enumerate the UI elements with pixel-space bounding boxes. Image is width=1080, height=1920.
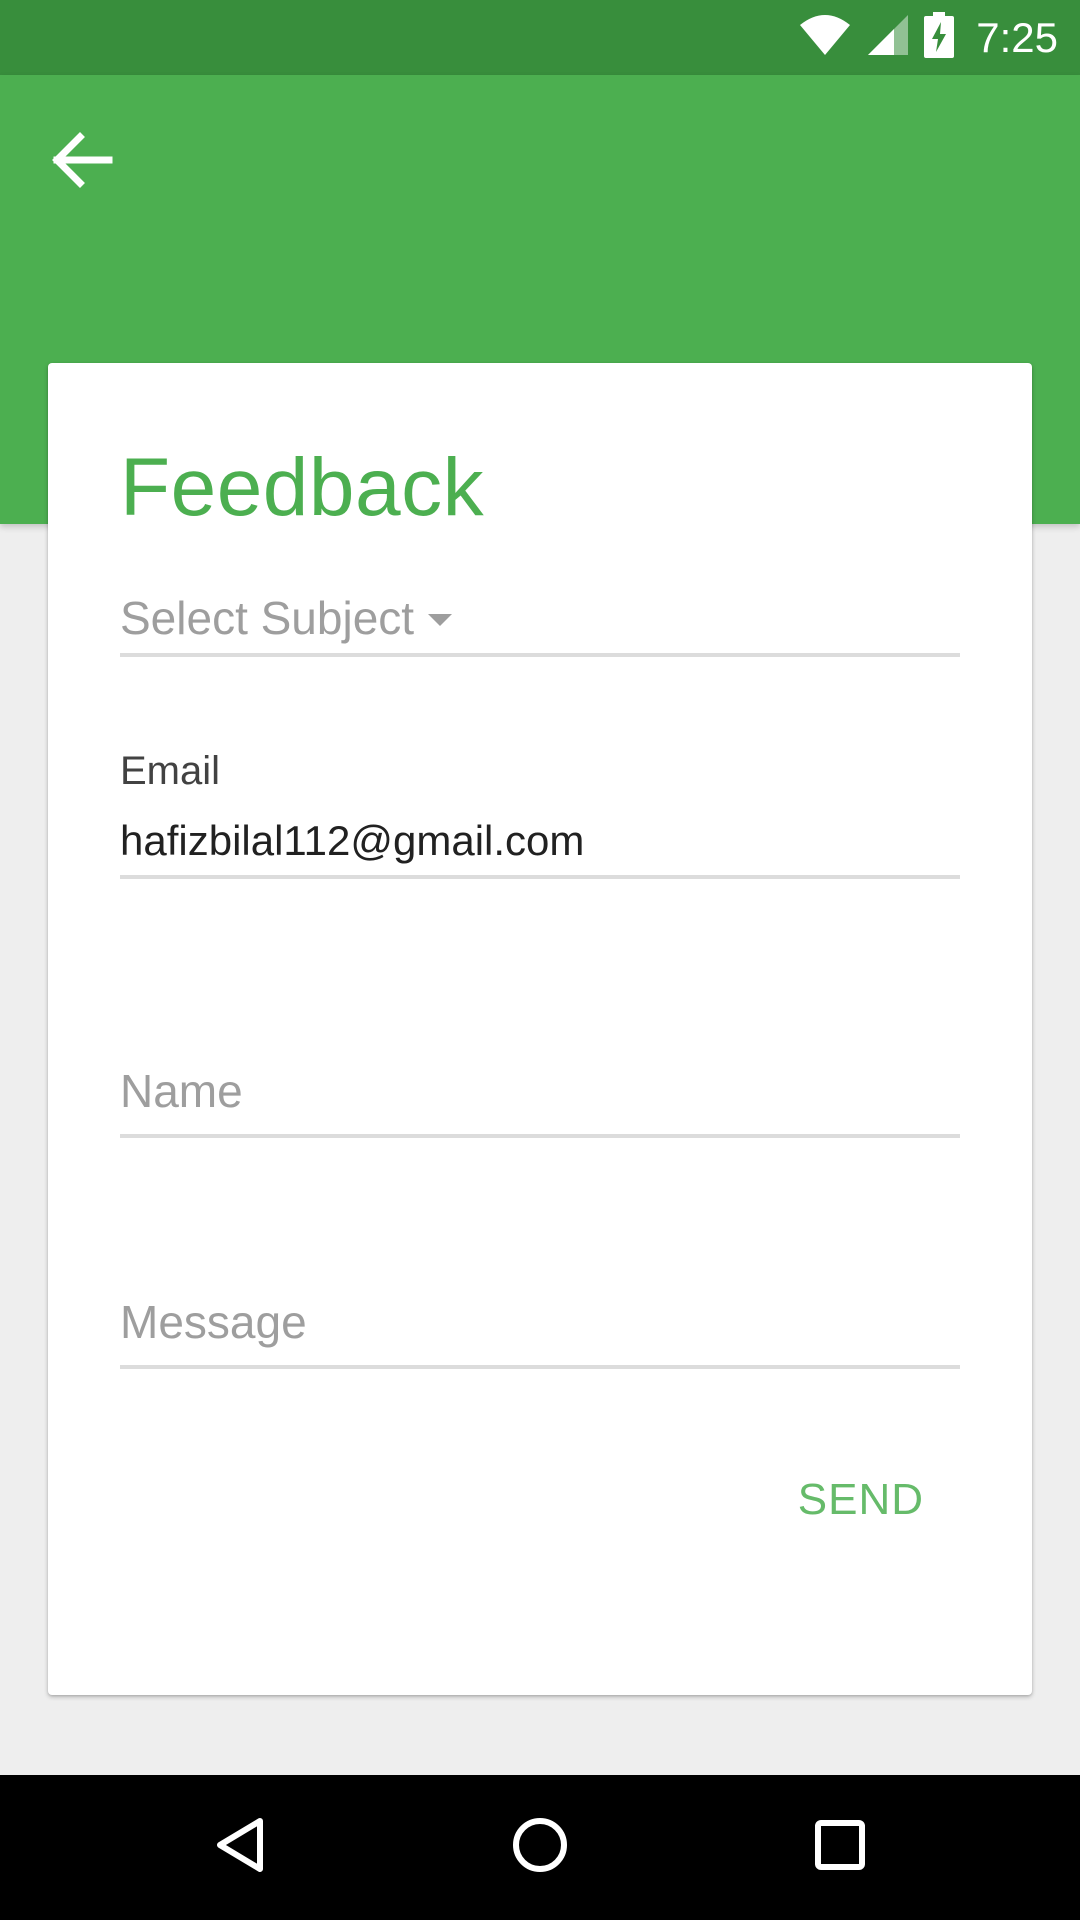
subject-spinner[interactable]: Select Subject	[120, 591, 960, 657]
dropdown-arrow-icon	[428, 614, 453, 626]
status-time: 7:25	[976, 13, 1058, 61]
navigation-bar	[0, 1775, 1080, 1920]
nav-back-button[interactable]	[160, 1775, 320, 1920]
status-icons: 7:25	[798, 0, 1058, 75]
name-field-wrap	[120, 1058, 960, 1138]
back-button[interactable]	[40, 120, 124, 204]
page-title: Feedback	[120, 442, 485, 533]
send-button[interactable]: SEND	[798, 1475, 924, 1525]
home-circle-icon	[510, 1815, 570, 1880]
subject-underline	[120, 653, 960, 657]
email-field[interactable]	[120, 811, 960, 871]
feedback-screen: 7:25 Feedback Select Subject Email hafiz…	[0, 0, 1080, 1920]
email-underline	[120, 875, 960, 879]
message-field-wrap	[120, 1289, 960, 1369]
wifi-icon	[798, 13, 852, 62]
recents-square-icon	[812, 1817, 868, 1878]
battery-charging-icon	[924, 12, 955, 63]
email-label: Email	[120, 749, 221, 793]
status-bar: 7:25	[0, 0, 1080, 75]
message-field[interactable]	[120, 1289, 960, 1355]
message-underline	[120, 1365, 960, 1369]
signal-icon	[866, 13, 910, 62]
name-underline	[120, 1134, 960, 1138]
subject-spinner-label-wrap: Select Subject	[120, 591, 453, 645]
back-triangle-icon	[210, 1815, 270, 1880]
email-field-wrap	[120, 811, 960, 879]
arrow-back-icon	[47, 125, 117, 200]
name-field[interactable]	[120, 1058, 960, 1124]
nav-recents-button[interactable]	[760, 1775, 920, 1920]
feedback-card: Feedback Select Subject Email SEND	[48, 363, 1032, 1695]
nav-home-button[interactable]	[460, 1775, 620, 1920]
subject-placeholder: Select Subject	[120, 592, 415, 644]
